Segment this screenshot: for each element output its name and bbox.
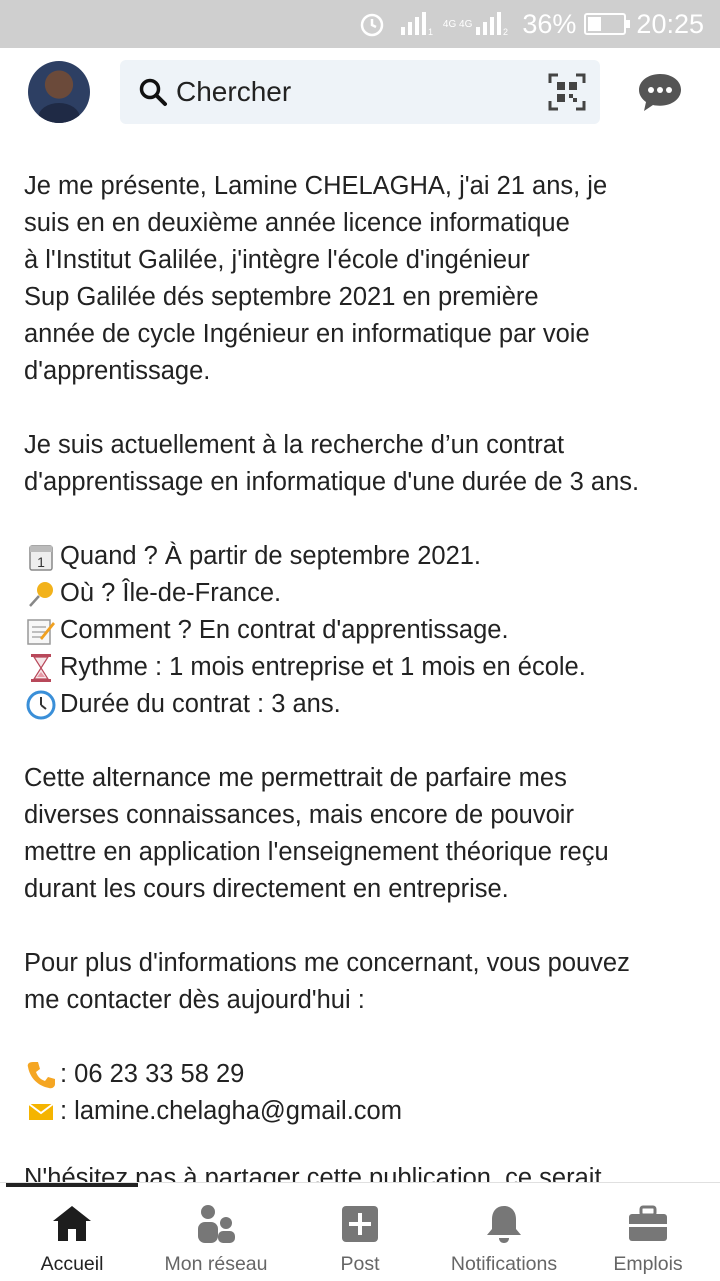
- status-bar: 1 4G 4G 2 36% 20:25: [0, 0, 720, 48]
- calendar-icon: 1: [24, 541, 58, 573]
- tab-notifications[interactable]: Notifications: [432, 1183, 576, 1281]
- signal-icon: 2: [474, 11, 510, 37]
- bottom-nav: Accueil Mon réseau Post Notifications Em…: [0, 1182, 720, 1281]
- phone-number: : 06 23 33 58 29: [60, 1060, 245, 1088]
- briefcase-icon: [629, 1205, 667, 1241]
- tab-jobs[interactable]: Emplois: [576, 1183, 720, 1281]
- post-contact-intro: Pour plus d'informations me concernant, …: [24, 949, 630, 1014]
- tab-label: Emplois: [613, 1253, 683, 1275]
- tab-post[interactable]: Post: [288, 1183, 432, 1281]
- battery-icon: [584, 13, 631, 35]
- detail-how: Comment ? En contrat d'apprentissage.: [24, 612, 704, 649]
- alarm-icon: [359, 11, 385, 37]
- pin-icon: [24, 578, 58, 610]
- clock-icon: [24, 689, 58, 721]
- search-icon: [139, 78, 167, 106]
- detail-where: Où ? Île-de-France.: [24, 575, 704, 612]
- contact-email: : lamine.chelagha@gmail.com: [24, 1093, 704, 1130]
- memo-icon: [24, 615, 58, 647]
- detail-text: Comment ? En contrat d'apprentissage.: [60, 616, 509, 644]
- network-icon: [198, 1205, 235, 1243]
- top-bar: Chercher: [0, 48, 720, 138]
- contact-phone: : 06 23 33 58 29: [24, 1056, 704, 1093]
- tab-label: Mon réseau: [164, 1253, 268, 1275]
- hourglass-icon: [24, 652, 58, 684]
- email-address: : lamine.chelagha@gmail.com: [60, 1097, 402, 1125]
- svg-text:2: 2: [503, 27, 508, 37]
- detail-text: Où ? Île-de-France.: [60, 579, 282, 607]
- home-icon: [53, 1206, 91, 1241]
- post-motivation: Cette alternance me permettrait de parfa…: [24, 764, 609, 903]
- tab-network[interactable]: Mon réseau: [144, 1183, 288, 1281]
- qr-code-icon[interactable]: [548, 73, 586, 111]
- messaging-icon[interactable]: [636, 71, 684, 115]
- post-icon: [342, 1206, 378, 1242]
- search-bar[interactable]: Chercher: [120, 60, 600, 124]
- avatar[interactable]: [28, 61, 90, 123]
- detail-when: 1 Quand ? À partir de septembre 2021.: [24, 538, 704, 575]
- tab-label: Post: [340, 1253, 380, 1275]
- tab-label: Notifications: [450, 1253, 558, 1275]
- clock-time: 20:25: [636, 8, 704, 39]
- svg-text:1: 1: [37, 554, 45, 570]
- phone-icon: [24, 1059, 58, 1091]
- detail-text: Rythme : 1 mois entreprise et 1 mois en …: [60, 653, 586, 681]
- detail-duration: Durée du contrat : 3 ans.: [24, 686, 704, 723]
- bell-icon: [487, 1206, 521, 1243]
- post-body: Je me présente, Lamine CHELAGHA, j'ai 21…: [24, 168, 704, 1130]
- tab-label: Accueil: [40, 1253, 104, 1275]
- signal-icon: 1: [399, 11, 435, 37]
- active-tab-indicator: [6, 1183, 138, 1187]
- detail-text: Durée du contrat : 3 ans.: [60, 690, 341, 718]
- detail-rhythm: Rythme : 1 mois entreprise et 1 mois en …: [24, 649, 704, 686]
- post-intro: Je me présente, Lamine CHELAGHA, j'ai 21…: [24, 172, 608, 385]
- search-input[interactable]: Chercher: [176, 76, 291, 108]
- battery-percent: 36%: [522, 8, 577, 39]
- post-search-paragraph: Je suis actuellement à la recherche d’un…: [24, 431, 640, 496]
- network-type-label: 4G 4G: [442, 18, 473, 30]
- email-icon: [24, 1096, 58, 1128]
- svg-text:1: 1: [428, 27, 433, 37]
- tab-home[interactable]: Accueil: [0, 1183, 144, 1281]
- detail-text: Quand ? À partir de septembre 2021.: [60, 542, 482, 570]
